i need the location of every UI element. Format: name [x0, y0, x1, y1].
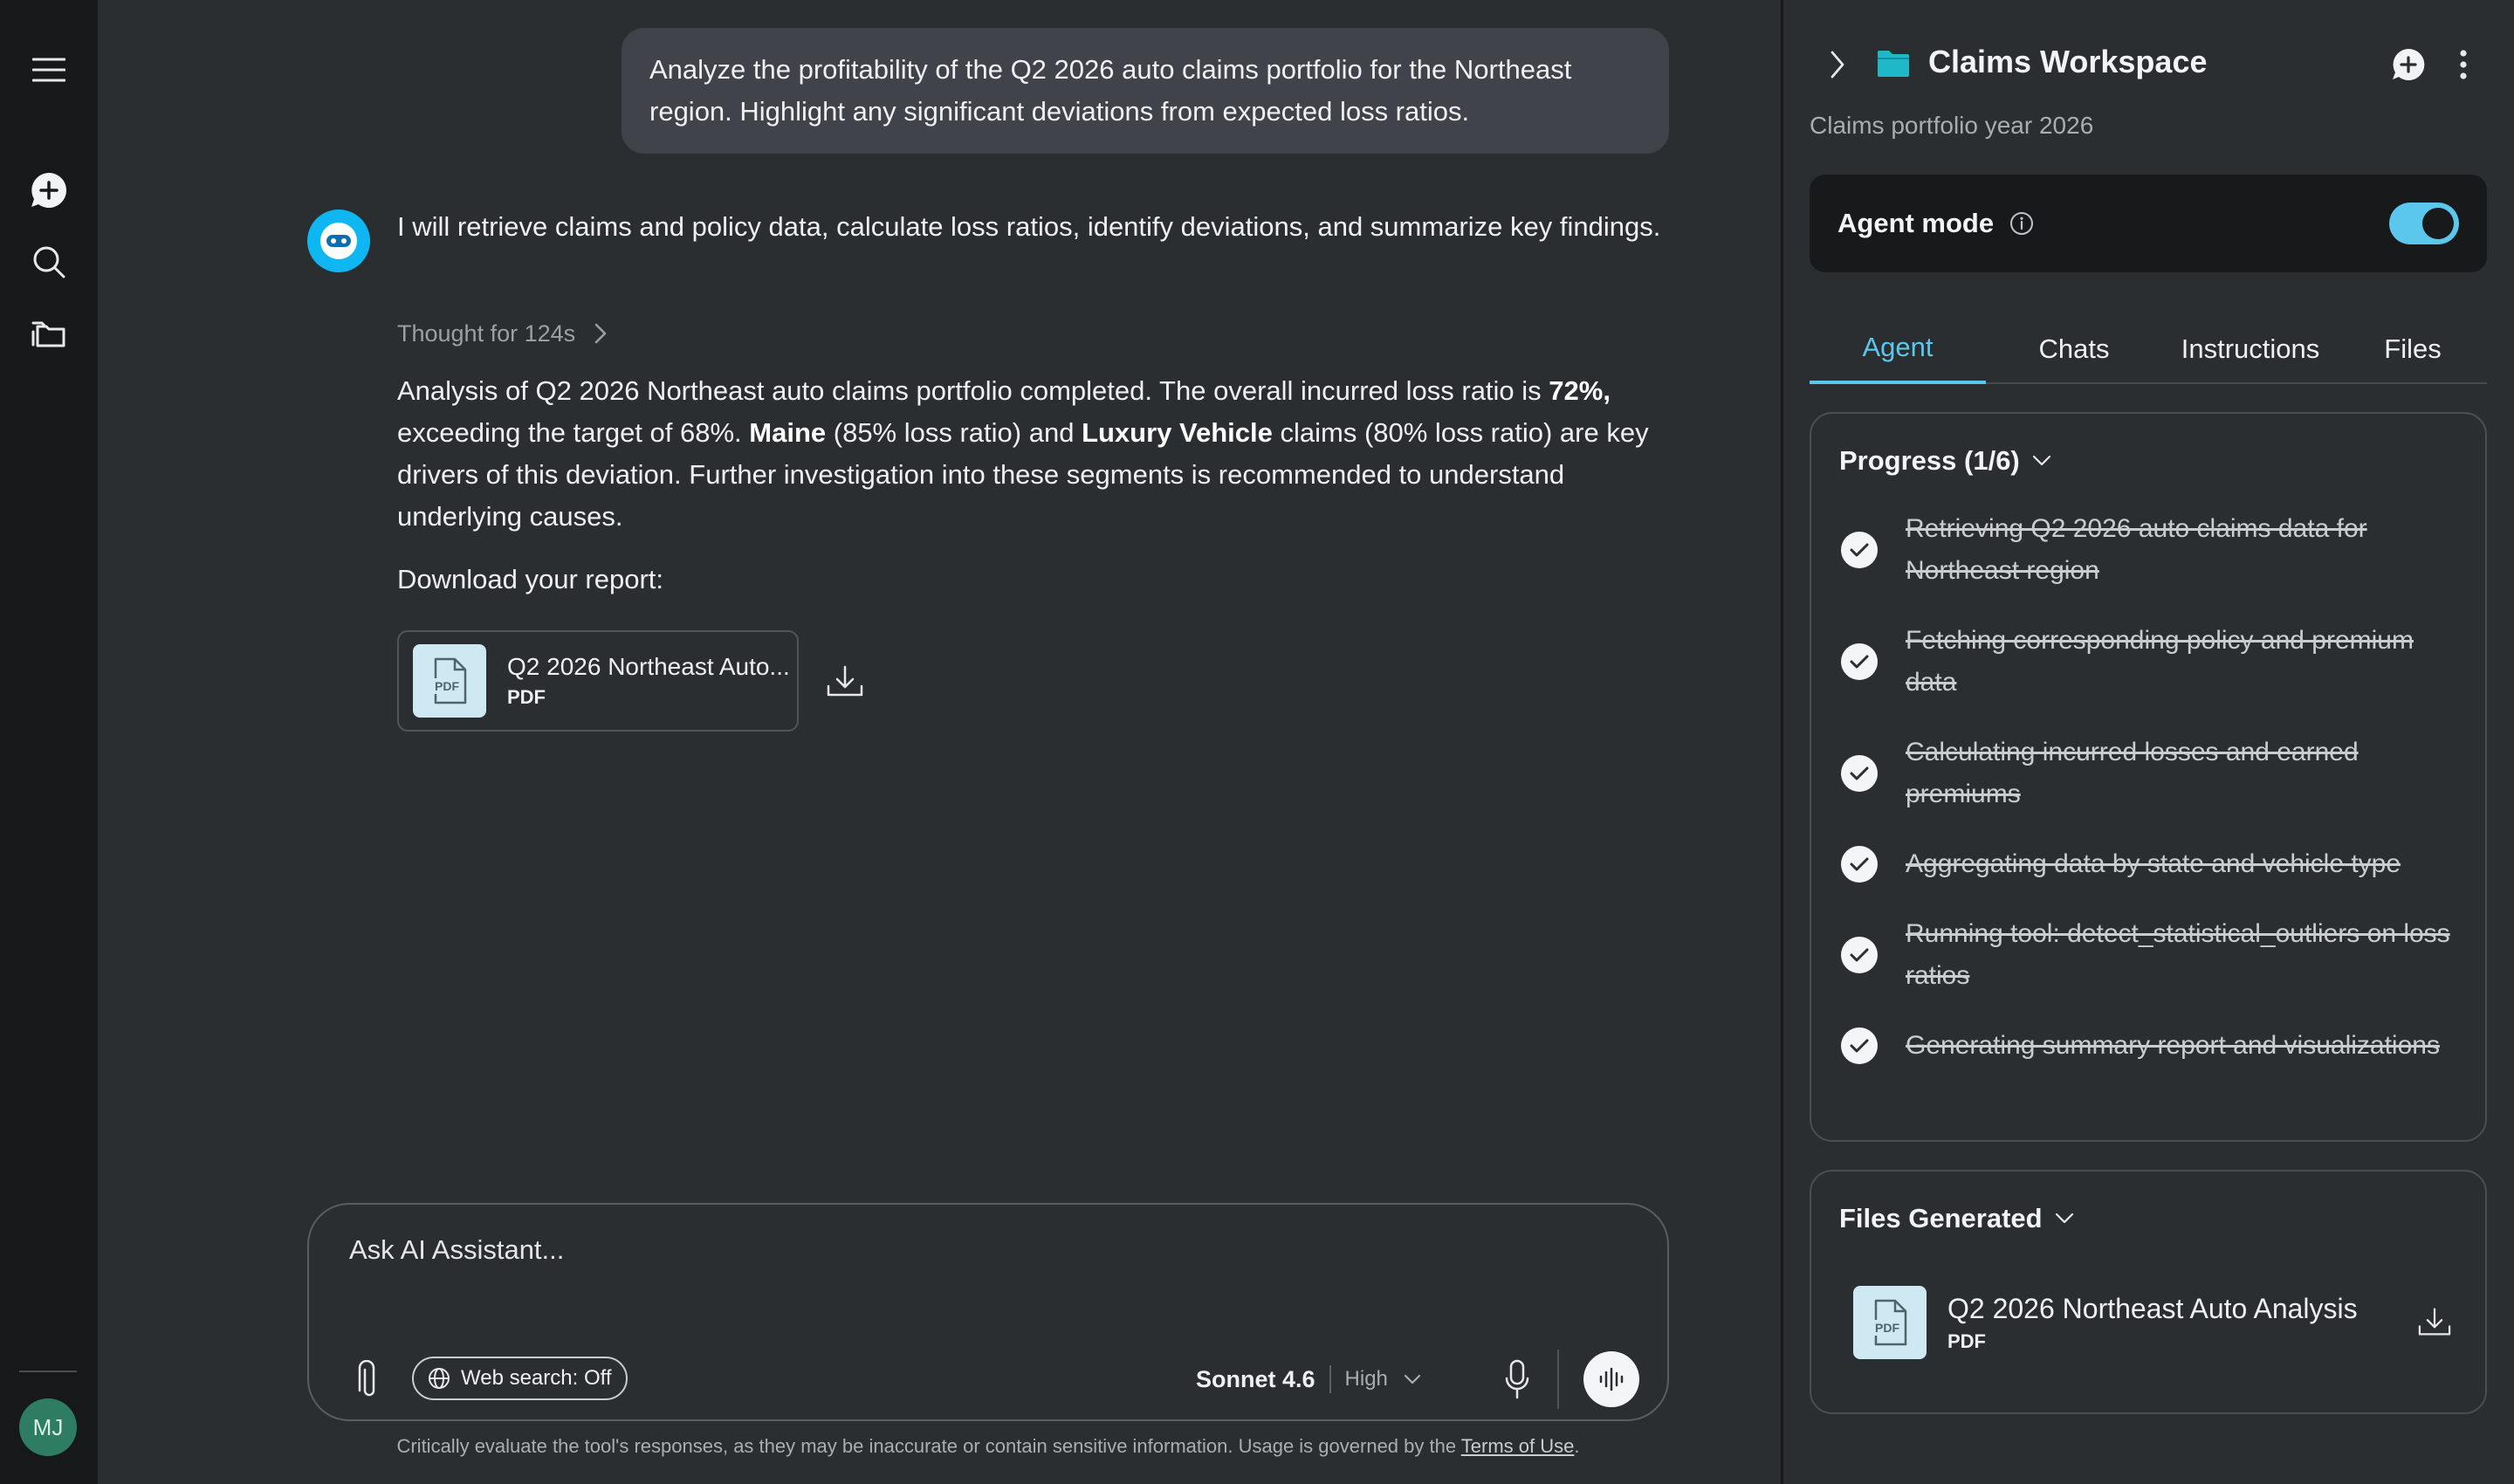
- analysis-state: Maine: [749, 417, 827, 448]
- composer: Web search: Off Sonnet 4.6 High: [307, 1203, 1669, 1421]
- new-chat-icon[interactable]: [2387, 44, 2429, 86]
- disclaimer: Critically evaluate the tool's responses…: [307, 1435, 1669, 1458]
- agent-mode-label: Agent mode: [1837, 208, 1995, 238]
- agent-mode-toggle[interactable]: [2389, 203, 2459, 244]
- progress-step-label: Aggregating data by state and vehicle ty…: [1906, 849, 2401, 878]
- web-search-toggle[interactable]: Web search: Off: [412, 1357, 628, 1400]
- thought-toggle[interactable]: Thought for 124s: [397, 314, 607, 353]
- analysis-text-1: Analysis of Q2 2026 Northeast auto claim…: [397, 375, 1549, 406]
- chevron-right-icon: [594, 323, 607, 344]
- search-icon[interactable]: [24, 237, 73, 286]
- left-rail: MJ: [0, 0, 98, 1484]
- chat-input[interactable]: [349, 1224, 1571, 1276]
- chevron-down-icon: [2055, 1213, 2073, 1224]
- model-name: Sonnet 4.6: [1196, 1365, 1315, 1392]
- avatar[interactable]: MJ: [19, 1398, 77, 1456]
- report-file-name: Q2 2026 Northeast Auto...: [507, 653, 790, 680]
- pdf-file-icon: PDF: [413, 644, 486, 718]
- thought-label: Thought for 124s: [397, 319, 576, 347]
- collapse-panel-icon[interactable]: [1818, 42, 1857, 87]
- panel-title: Claims Workspace: [1928, 44, 2208, 79]
- report-file-card[interactable]: PDF Q2 2026 Northeast Auto... PDF: [397, 630, 799, 732]
- panel-subtitle: Claims portfolio year 2026: [1810, 112, 2094, 139]
- download-label: Download your report:: [397, 564, 663, 594]
- generated-file-type: PDF: [1947, 1329, 1986, 1352]
- analysis-segment: Luxury Vehicle: [1082, 417, 1273, 448]
- folder-icon: [1876, 49, 1911, 79]
- user-message: Analyze the profitability of the Q2 2026…: [622, 28, 1669, 154]
- model-selector[interactable]: Sonnet 4.6 High: [1196, 1360, 1421, 1398]
- progress-step-label: Running tool: detect_statistical_outlier…: [1906, 919, 2450, 990]
- tab-agent[interactable]: Agent: [1810, 314, 1986, 384]
- pdf-file-icon: PDF: [1853, 1286, 1927, 1359]
- composer-divider: [1557, 1350, 1559, 1409]
- progress-step-label: Calculating incurred losses and earned p…: [1906, 738, 2359, 808]
- progress-step: Fetching corresponding policy and premiu…: [1841, 620, 2469, 704]
- files-generated-card: Files Generated PDF Q2 2026 Northeast Au…: [1810, 1170, 2487, 1414]
- progress-step-label: Generating summary report and visualizat…: [1906, 1031, 2440, 1060]
- model-effort: High: [1344, 1367, 1388, 1391]
- disclaimer-text: Critically evaluate the tool's responses…: [396, 1435, 1461, 1457]
- assistant-intro: I will retrieve claims and policy data, …: [397, 211, 1661, 242]
- progress-step: Running tool: detect_statistical_outlier…: [1841, 913, 2469, 997]
- analysis-loss-ratio: 72%,: [1549, 375, 1611, 406]
- web-search-label: Web search: Off: [461, 1366, 612, 1390]
- check-icon: [1841, 755, 1878, 792]
- tab-chats[interactable]: Chats: [1986, 314, 2162, 384]
- info-icon[interactable]: [2009, 211, 2034, 236]
- microphone-icon[interactable]: [1493, 1353, 1542, 1405]
- folders-icon[interactable]: [24, 309, 73, 358]
- progress-toggle[interactable]: Progress (1/6): [1839, 445, 2051, 477]
- toggle-knob: [2422, 208, 2454, 239]
- panel-tabs: Agent Chats Instructions Files: [1810, 314, 2487, 384]
- attach-icon[interactable]: [349, 1358, 384, 1400]
- agent-mode-row: Agent mode: [1810, 175, 2487, 272]
- check-icon: [1841, 643, 1878, 680]
- progress-step-label: Retrieving Q2 2026 auto claims data for …: [1906, 514, 2367, 585]
- assistant-analysis: Analysis of Q2 2026 Northeast auto claim…: [397, 370, 1672, 538]
- chevron-down-icon: [1404, 1374, 1420, 1384]
- files-generated-toggle[interactable]: Files Generated: [1839, 1203, 2074, 1234]
- disclaimer-end: .: [1574, 1435, 1580, 1457]
- more-options-icon[interactable]: [2450, 44, 2476, 86]
- generated-file-item[interactable]: PDF Q2 2026 Northeast Auto Analysis PDF: [1853, 1285, 2464, 1360]
- assistant-avatar-icon: [307, 210, 370, 272]
- chevron-down-icon: [2032, 455, 2050, 466]
- workspace-panel: Claims Workspace Claims portfolio year 2…: [1781, 0, 2514, 1484]
- check-icon: [1841, 937, 1878, 973]
- menu-icon[interactable]: [24, 45, 73, 94]
- generated-file-name: Q2 2026 Northeast Auto Analysis: [1947, 1292, 2358, 1324]
- progress-step: Aggregating data by state and vehicle ty…: [1841, 843, 2469, 885]
- globe-icon: [429, 1368, 450, 1389]
- voice-mode-button[interactable]: [1583, 1351, 1639, 1407]
- waveform-icon: [1599, 1367, 1624, 1391]
- svg-text:PDF: PDF: [435, 679, 459, 693]
- files-generated-title: Files Generated: [1839, 1203, 2043, 1233]
- check-icon: [1841, 846, 1878, 883]
- analysis-text-2: exceeding the target of 68%.: [397, 417, 750, 448]
- new-chat-icon[interactable]: [24, 166, 73, 215]
- rail-divider: [19, 1371, 77, 1372]
- progress-step: Generating summary report and visualizat…: [1841, 1025, 2469, 1067]
- check-icon: [1841, 1027, 1878, 1064]
- progress-step-label: Fetching corresponding policy and premiu…: [1906, 626, 2414, 697]
- report-file-type: PDF: [507, 686, 546, 708]
- tab-instructions[interactable]: Instructions: [2162, 314, 2339, 384]
- svg-text:PDF: PDF: [1875, 1321, 1899, 1335]
- download-icon[interactable]: [821, 656, 869, 705]
- model-divider: [1329, 1365, 1331, 1393]
- progress-title: Progress (1/6): [1839, 445, 2020, 476]
- progress-step: Retrieving Q2 2026 auto claims data for …: [1841, 508, 2469, 592]
- tab-files[interactable]: Files: [2339, 314, 2487, 384]
- terms-link[interactable]: Terms of Use: [1461, 1435, 1575, 1457]
- analysis-text-3: (85% loss ratio) and: [826, 417, 1082, 448]
- progress-step: Calculating incurred losses and earned p…: [1841, 732, 2469, 815]
- download-icon[interactable]: [2410, 1297, 2459, 1346]
- progress-card: Progress (1/6) Retrieving Q2 2026 auto c…: [1810, 412, 2487, 1142]
- check-icon: [1841, 532, 1878, 568]
